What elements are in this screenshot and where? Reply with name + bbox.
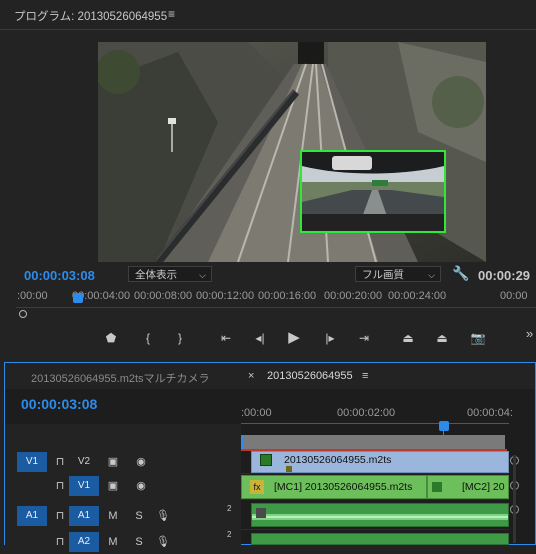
ruler-label: 00:00:12:00: [196, 290, 255, 302]
eye-icon[interactable]: ◉: [133, 452, 149, 472]
step-back-icon[interactable]: ◂|: [250, 328, 270, 348]
in-point: [241, 435, 243, 449]
mute-button[interactable]: M: [105, 532, 121, 552]
work-area-bar[interactable]: [241, 435, 505, 449]
clip-effect-icon: [256, 508, 266, 518]
eye-icon[interactable]: ◉: [133, 476, 149, 496]
clip-v2[interactable]: 20130526064955.m2ts: [251, 451, 509, 473]
chevron-down-icon: ⌵: [428, 270, 435, 280]
lift-icon[interactable]: ⏏: [398, 328, 418, 348]
export-frame-icon[interactable]: 📷: [468, 328, 488, 348]
chevron-down-icon: ⌵: [199, 270, 206, 280]
play-icon[interactable]: ▶: [284, 328, 304, 348]
ruler-label: :00:00: [241, 407, 272, 419]
ruler-label: 00:00:16:00: [258, 290, 317, 302]
ruler-label: 00:00:20:00: [324, 290, 383, 302]
hamburger-icon[interactable]: ≡: [362, 370, 368, 382]
track-name-v2[interactable]: V2: [69, 452, 99, 472]
vertical-scrollbar[interactable]: [513, 455, 516, 543]
ruler-label: 00:00:08:00: [134, 290, 193, 302]
marker-icon[interactable]: ⬟: [101, 328, 121, 348]
ruler-label: 00:00:04:: [467, 407, 513, 419]
track-row-v2: V1 ⊓ V2 ▣ ◉: [5, 450, 241, 474]
lock-icon[interactable]: ⊓: [53, 532, 67, 552]
go-to-in-icon[interactable]: ⇤: [216, 328, 236, 348]
program-timecode[interactable]: 00:00:03:08: [24, 268, 95, 283]
header-divider: [0, 29, 536, 30]
solo-button[interactable]: S: [131, 532, 147, 552]
track-name-a2[interactable]: A2: [69, 532, 99, 552]
track-headers: V1 ⊓ V2 ▣ ◉ ⊓ V1 ▣ ◉ A1 ⊓ A1 M S 🎙 2 ⊓ A…: [5, 424, 241, 552]
source-target-a1[interactable]: A1: [17, 506, 47, 526]
program-title[interactable]: プログラム: 20130526064955: [14, 8, 167, 24]
solo-button[interactable]: S: [131, 506, 147, 526]
tab-multicam[interactable]: 20130526064955.m2tsマルチカメラ: [31, 370, 210, 386]
track-row-v1: ⊓ V1 ▣ ◉: [5, 474, 241, 498]
clip-effect-icon: [260, 454, 272, 466]
track-name-v1[interactable]: V1: [69, 476, 99, 496]
track-row-a2: ⊓ A2 M S 🎙 2: [5, 530, 241, 554]
fit-dropdown-label: 全体表示: [135, 269, 177, 281]
more-button[interactable]: »: [526, 326, 533, 341]
track-divider: [241, 473, 509, 474]
track-row-a1: A1 ⊓ A1 M S 🎙 2: [5, 504, 241, 528]
mic-icon[interactable]: 🎙: [155, 532, 171, 552]
quality-dropdown[interactable]: フル画質 ⌵: [355, 266, 441, 282]
timeline-ruler[interactable]: :00:00 00:00:02:00 00:00:04:: [241, 403, 513, 423]
clip-v1-mc2-label: [MC2] 20: [462, 481, 505, 493]
program-time-ruler[interactable]: :00:00 00:00:04:00 00:00:08:00 00:00:12:…: [0, 286, 536, 306]
tab-sequence[interactable]: 20130526064955: [267, 370, 353, 382]
track-name-a1[interactable]: A1: [69, 506, 99, 526]
clip-v1-mc1[interactable]: fx [MC1] 20130526064955.m2ts: [241, 475, 427, 499]
clip-effect-icon: [432, 482, 442, 492]
ruler-label: 00:00:02:00: [337, 407, 396, 419]
fx-badge: fx: [250, 480, 264, 494]
mark-out-icon[interactable]: }: [170, 328, 190, 348]
clip-v1-mc1-label: [MC1] 20130526064955.m2ts: [274, 481, 413, 493]
clip-v2-label: 20130526064955.m2ts: [284, 454, 392, 466]
ruler-label: 00:00:24:00: [388, 290, 447, 302]
channel-count: 2: [227, 530, 232, 539]
track-divider: [241, 529, 509, 530]
clip-a1[interactable]: [251, 503, 509, 527]
track-divider: [241, 499, 509, 500]
program-duration: 00:00:29: [478, 268, 531, 283]
clip-a2[interactable]: [251, 533, 509, 545]
fit-dropdown[interactable]: 全体表示 ⌵: [128, 266, 212, 282]
audio-waveform: [252, 514, 508, 520]
mute-button[interactable]: M: [105, 506, 121, 526]
playhead[interactable]: [73, 293, 83, 303]
timeline-panel: 20130526064955.m2tsマルチカメラ × 201305260649…: [4, 362, 536, 552]
keyframe-marker: [286, 466, 292, 472]
program-monitor-panel: プログラム: 20130526064955 ≡ 00:00:03:08 全体表示…: [0, 0, 536, 358]
extract-icon[interactable]: ⏏: [432, 328, 452, 348]
ruler-label: :00:00: [17, 290, 48, 302]
lock-icon[interactable]: ⊓: [53, 476, 67, 496]
ruler-label: 00:00: [500, 290, 528, 302]
film-icon[interactable]: ▣: [105, 452, 121, 472]
program-header: プログラム: 20130526064955 ≡: [0, 0, 536, 30]
mic-icon[interactable]: 🎙: [155, 506, 171, 526]
channel-count: 2: [227, 504, 232, 513]
pip-frame: [302, 152, 444, 231]
step-forward-icon[interactable]: |▸: [320, 328, 340, 348]
ruler-baseline: [241, 423, 509, 424]
clip-v1-mc2[interactable]: [MC2] 20: [427, 475, 509, 499]
wrench-icon[interactable]: 🔧: [452, 265, 469, 282]
go-to-out-icon[interactable]: ⇥: [354, 328, 374, 348]
playhead[interactable]: [439, 421, 449, 431]
hamburger-icon[interactable]: ≡: [168, 7, 175, 21]
close-icon[interactable]: ×: [248, 370, 254, 382]
lock-icon[interactable]: ⊓: [53, 506, 67, 526]
lock-icon[interactable]: ⊓: [53, 452, 67, 472]
quality-dropdown-label: フル画質: [362, 269, 404, 281]
picture-in-picture[interactable]: [300, 150, 446, 233]
zoom-handle[interactable]: [19, 310, 27, 318]
mark-in-icon[interactable]: {: [138, 328, 158, 348]
timeline-timecode[interactable]: 00:00:03:08: [21, 396, 97, 412]
zoom-bar-track: [16, 307, 536, 308]
timeline-tabs: 20130526064955.m2tsマルチカメラ × 201305260649…: [5, 363, 535, 389]
source-target-v1[interactable]: V1: [17, 452, 47, 472]
film-icon[interactable]: ▣: [105, 476, 121, 496]
